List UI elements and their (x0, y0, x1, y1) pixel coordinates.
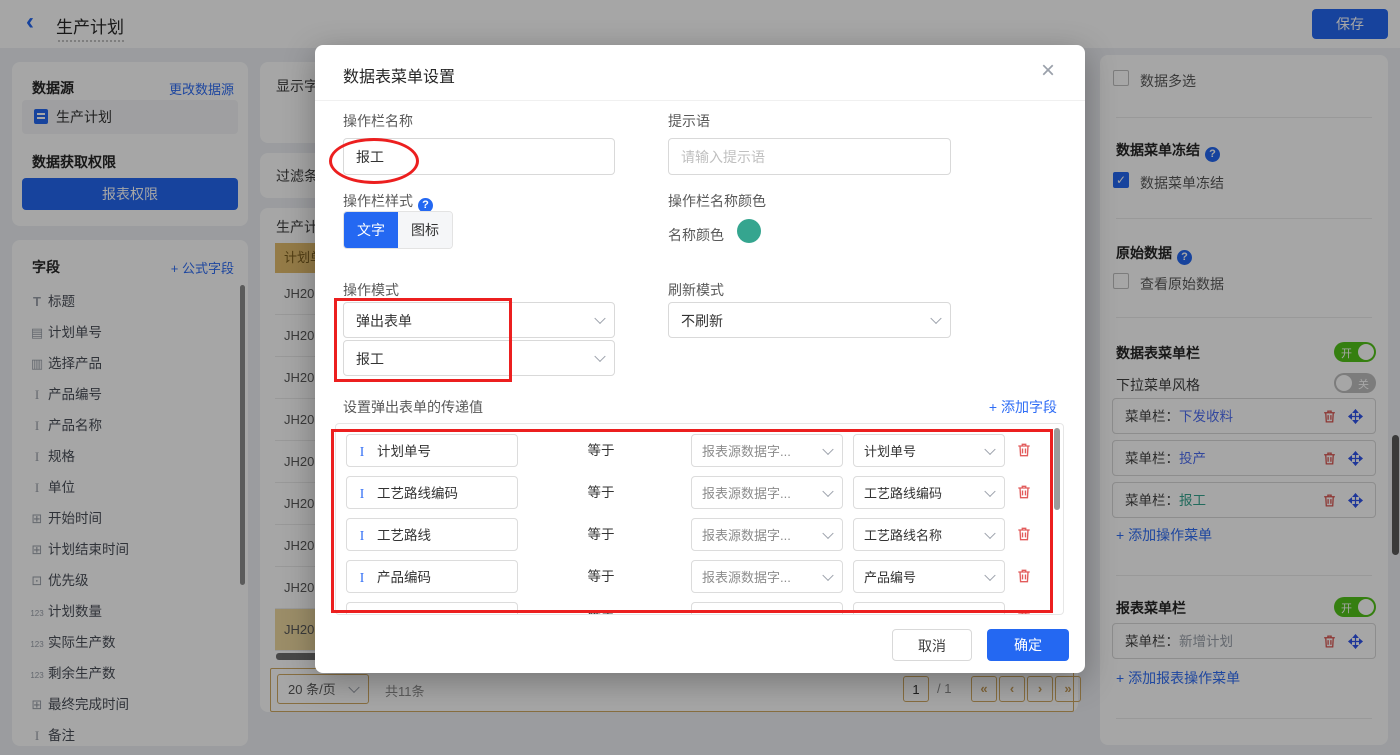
cancel-button[interactable]: 取消 (892, 629, 972, 661)
field-name-value: 计划单号 (377, 444, 431, 459)
chevron-down-icon (822, 443, 834, 455)
field-name-input[interactable]: I 产品编码 (346, 560, 518, 593)
source-value: 报表源数据字... (702, 486, 791, 501)
action-mode-label: 操作模式 (343, 282, 399, 298)
target-select[interactable] (853, 602, 1005, 614)
operator-label: 等于 (587, 443, 615, 458)
divider (315, 100, 1085, 101)
source-select[interactable]: 报表源数据字... (691, 518, 843, 551)
tab-icon-style[interactable]: 图标 (398, 212, 452, 248)
action-style-tabs: 文字 图标 (343, 211, 453, 249)
field-name-value: 产品编码 (377, 570, 431, 585)
field-name-input[interactable]: I 工艺路线编码 (346, 476, 518, 509)
tip-label: 提示语 (668, 113, 710, 129)
operator-label: 等于 (587, 485, 615, 500)
source-select[interactable] (691, 602, 843, 614)
target-value: 计划单号 (864, 444, 917, 459)
chevron-down-icon (984, 569, 996, 581)
chevron-down-icon (822, 611, 834, 614)
field-name-input[interactable]: I 工艺路线 (346, 518, 518, 551)
add-field-link[interactable]: + 添加字段 (989, 397, 1057, 417)
tab-text-style[interactable]: 文字 (344, 212, 398, 248)
modal-title: 数据表菜单设置 (343, 69, 456, 86)
text-icon: I (359, 486, 365, 501)
chevron-down-icon (822, 527, 834, 539)
action-mode-sub-value: 报工 (356, 351, 384, 367)
trash-icon[interactable] (1016, 610, 1032, 614)
target-select[interactable]: 工艺路线名称 (853, 518, 1005, 551)
source-select[interactable]: 报表源数据字... (691, 434, 843, 467)
transfer-row: I 计划单号 等于 报表源数据字... 计划单号 (336, 434, 1046, 468)
action-mode-sub-select[interactable]: 报工 (343, 340, 615, 376)
field-name-input[interactable]: I 计划单号 (346, 434, 518, 467)
chevron-down-icon (984, 485, 996, 497)
action-mode-value: 弹出表单 (356, 313, 412, 329)
source-value: 报表源数据字... (702, 444, 791, 459)
operator-label: 等于 (587, 569, 615, 584)
text-icon: I (359, 444, 365, 459)
app-screen: ‹ 生产计划 保存 数据源 更改数据源 生产计划 数据获取权限 报表权限 字段 … (0, 0, 1400, 755)
target-select[interactable]: 计划单号 (853, 434, 1005, 467)
tip-input[interactable]: 请输入提示语 (668, 138, 951, 175)
transfer-row: I 工艺路线 等于 报表源数据字... 工艺路线名称 (336, 518, 1046, 552)
chevron-down-icon (984, 443, 996, 455)
refresh-mode-select[interactable]: 不刷新 (668, 302, 951, 338)
action-name-input[interactable]: 报工 (343, 138, 615, 175)
trash-icon[interactable] (1016, 484, 1032, 500)
operator-label: 等于 (571, 602, 631, 614)
field-name-input[interactable]: I (346, 602, 518, 614)
field-name-value: 工艺路线编码 (377, 486, 458, 501)
trash-icon[interactable] (1016, 526, 1032, 542)
source-select[interactable]: 报表源数据字... (691, 476, 843, 509)
operator-label: 等于 (587, 527, 615, 542)
close-icon[interactable]: × (1041, 57, 1055, 85)
color-name-label: 名称颜色 (668, 227, 724, 243)
list-scrollbar[interactable] (1054, 428, 1060, 510)
action-style-label: 操作栏样式? (343, 191, 433, 213)
transfer-values-list: I 计划单号 等于 报表源数据字... 计划单号 I 工艺路线编码 等于 报表源数据… (335, 423, 1064, 615)
target-select[interactable]: 工艺路线编码 (853, 476, 1005, 509)
source-value: 报表源数据字... (702, 528, 791, 543)
chevron-down-icon (984, 527, 996, 539)
chevron-down-icon (930, 312, 942, 325)
trash-icon[interactable] (1016, 442, 1032, 458)
chevron-down-icon (822, 485, 834, 497)
table-menu-settings-modal: 数据表菜单设置 × 操作栏名称 报工 提示语 请输入提示语 操作栏样式? 文字 … (315, 45, 1085, 673)
target-select[interactable]: 产品编号 (853, 560, 1005, 593)
transfer-values-label: 设置弹出表单的传递值 (343, 399, 483, 415)
source-value: 报表源数据字... (702, 570, 791, 585)
action-style-text: 操作栏样式 (343, 193, 413, 209)
chevron-down-icon (594, 312, 606, 325)
transfer-row: I 产品编码 等于 报表源数据字... 产品编号 (336, 560, 1046, 594)
refresh-mode-value: 不刷新 (681, 313, 723, 329)
action-mode-select[interactable]: 弹出表单 (343, 302, 615, 338)
target-value: 产品编号 (864, 570, 917, 585)
color-swatch[interactable] (737, 219, 761, 243)
transfer-row: I 工艺路线编码 等于 报表源数据字... 工艺路线编码 (336, 476, 1046, 510)
text-icon: I (359, 528, 365, 543)
target-value: 工艺路线编码 (864, 486, 943, 501)
name-color-label: 操作栏名称颜色 (668, 193, 766, 209)
transfer-row: I 等于 (336, 602, 1046, 614)
text-icon: I (347, 603, 377, 614)
chevron-down-icon (984, 611, 996, 614)
chevron-down-icon (822, 569, 834, 581)
refresh-mode-label: 刷新模式 (668, 282, 724, 298)
confirm-button[interactable]: 确定 (987, 629, 1069, 661)
source-select[interactable]: 报表源数据字... (691, 560, 843, 593)
action-name-label: 操作栏名称 (343, 113, 413, 129)
trash-icon[interactable] (1016, 568, 1032, 584)
target-value: 工艺路线名称 (864, 528, 943, 543)
chevron-down-icon (594, 350, 606, 363)
field-name-value: 工艺路线 (377, 528, 431, 543)
text-icon: I (359, 570, 365, 585)
